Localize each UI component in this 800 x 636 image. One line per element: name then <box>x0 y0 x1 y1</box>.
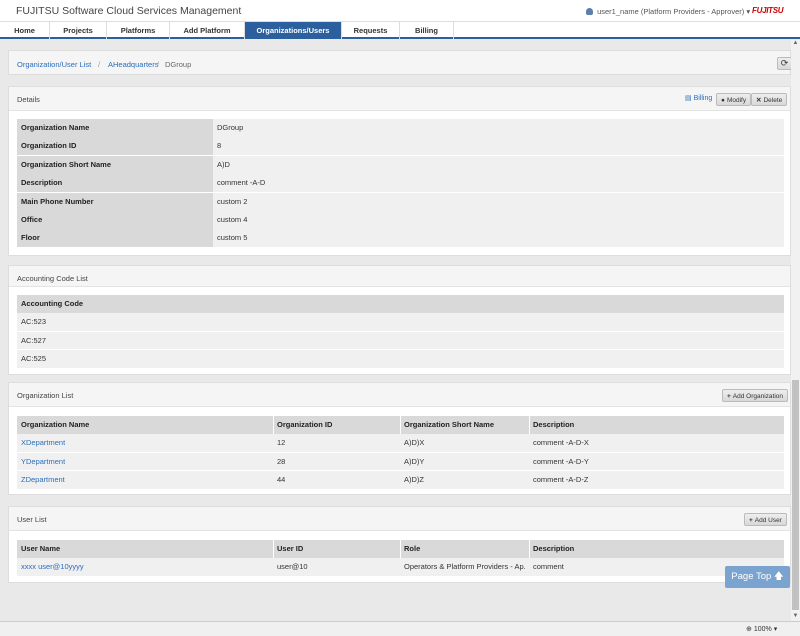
chevron-down-icon: ▾ <box>746 7 751 16</box>
add-organization-button[interactable]: + Add Organization <box>722 389 789 402</box>
column-header: Accounting Code <box>21 299 84 308</box>
column-header: User ID <box>277 544 304 553</box>
breadcrumb-item-aheadquarters[interactable]: AHeadquarters <box>108 60 158 69</box>
delete-icon: ✕ <box>756 97 762 104</box>
user-icon <box>586 8 593 15</box>
column-header: Organization Name <box>21 420 90 429</box>
status-bar: ⊕ 100% ▾ <box>0 621 800 636</box>
refresh-icon: ⟳ <box>780 58 789 68</box>
user-name: user1_name (Platform Providers - Approve… <box>597 7 745 16</box>
breadcrumb-item-current: DGroup <box>165 60 192 69</box>
app-title: FUJITSU Software Cloud Services Manageme… <box>16 5 242 17</box>
table-header: Accounting Code <box>17 295 784 313</box>
refresh-button[interactable]: ⟳ <box>777 57 792 70</box>
top-bar: FUJITSU Software Cloud Services Manageme… <box>0 0 800 22</box>
vertical-scrollbar[interactable]: ▲ ▼ <box>791 40 800 621</box>
billing-icon: ▤ <box>685 95 692 102</box>
nav-requests[interactable]: Requests <box>342 22 400 39</box>
nav-projects[interactable]: Projects <box>50 22 107 39</box>
details-row: Office custom 4 <box>17 211 784 230</box>
scroll-up-arrow-icon[interactable]: ▲ <box>791 40 800 48</box>
breadcrumb-item-org-user-list[interactable]: Organization/User List <box>17 60 91 69</box>
organization-list-panel: Organization List + Add Organization Orga… <box>8 382 791 495</box>
magnifier-icon: ⊕ <box>746 626 752 633</box>
table-row: XDepartment 12 A)D)X comment -A-D-X <box>17 434 784 453</box>
plus-icon: + <box>749 517 753 524</box>
details-row: Description comment -A-D <box>17 174 784 193</box>
table-row: AC:523 <box>17 313 784 332</box>
plus-icon: + <box>727 393 731 400</box>
details-title: Details <box>17 95 40 104</box>
breadcrumb: Organization/User List / AHeadquarters /… <box>8 50 792 75</box>
organization-link[interactable]: XDepartment <box>17 434 65 452</box>
user-link[interactable]: xxxx user@10yyyy <box>17 558 84 576</box>
column-header: Role <box>404 544 421 553</box>
table-row: AC:525 <box>17 350 784 369</box>
details-row: Floor custom 5 <box>17 229 784 248</box>
organization-link[interactable]: ZDepartment <box>17 471 65 489</box>
zoom-level: 100% <box>753 626 772 633</box>
details-row: Main Phone Number custom 2 <box>17 192 784 211</box>
accounting-code-title: Accounting Code List <box>17 274 88 283</box>
column-header: Description <box>533 544 575 553</box>
scroll-down-arrow-icon[interactable]: ▼ <box>791 613 800 621</box>
nav-platforms[interactable]: Platforms <box>107 22 170 39</box>
nav-organizations-users[interactable]: Organizations/Users <box>245 22 342 39</box>
user-list-panel: User List + Add User User Name User ID Ro… <box>8 506 791 583</box>
column-header: User Name <box>21 544 61 553</box>
billing-link[interactable]: ▤ Billing <box>685 94 712 102</box>
column-header: Organization Short Name <box>404 420 495 429</box>
column-header: Description <box>533 420 575 429</box>
organization-link[interactable]: YDepartment <box>17 453 65 471</box>
user-list-title: User List <box>17 515 47 524</box>
breadcrumb-separator: / <box>157 60 160 69</box>
nav-home[interactable]: Home <box>0 22 50 39</box>
table-row: ZDepartment 44 A)D)Z comment -A-D-Z <box>17 471 784 490</box>
table-row: YDepartment 28 A)D)Y comment -A-D-Y <box>17 452 784 472</box>
nav-billing[interactable]: Billing <box>400 22 454 39</box>
table-header: Organization Name Organization ID Organi… <box>17 416 784 434</box>
accounting-code-panel: Accounting Code List Accounting Code AC:… <box>8 265 791 375</box>
chevron-down-icon: ▾ <box>773 626 778 633</box>
page-top-button[interactable]: Page Top 🡅 <box>725 566 790 588</box>
zoom-control[interactable]: ⊕ 100% ▾ <box>746 625 777 633</box>
details-row: Organization ID 8 <box>17 137 784 156</box>
scrollbar-thumb[interactable] <box>792 380 799 610</box>
details-row: Organization Name DGroup <box>17 119 784 138</box>
delete-button[interactable]: ✕ Delete <box>751 93 788 106</box>
user-menu[interactable]: user1_name (Platform Providers - Approve… <box>586 7 750 16</box>
nav-add-platform[interactable]: Add Platform <box>170 22 245 39</box>
table-row: AC:527 <box>17 331 784 351</box>
table-header: User Name User ID Role Description <box>17 540 784 558</box>
modify-button[interactable]: ● Modify <box>716 93 752 106</box>
arrow-up-icon: 🡅 <box>773 571 784 582</box>
fujitsu-logo: FUJITSU <box>752 6 784 15</box>
add-user-button[interactable]: + Add User <box>744 513 787 526</box>
table-row: xxxx user@10yyyy user@10 Operators & Pla… <box>17 558 784 577</box>
details-row: Organization Short Name A)D <box>17 155 784 175</box>
details-panel: Details ▤ Billing ● Modify ✕ Delete Organi… <box>8 86 791 256</box>
breadcrumb-separator: / <box>98 60 101 69</box>
modify-icon: ● <box>721 97 725 104</box>
column-header: Organization ID <box>277 420 333 429</box>
main-nav: Home Projects Platforms Add Platform Org… <box>0 22 800 39</box>
organization-list-title: Organization List <box>17 391 74 400</box>
